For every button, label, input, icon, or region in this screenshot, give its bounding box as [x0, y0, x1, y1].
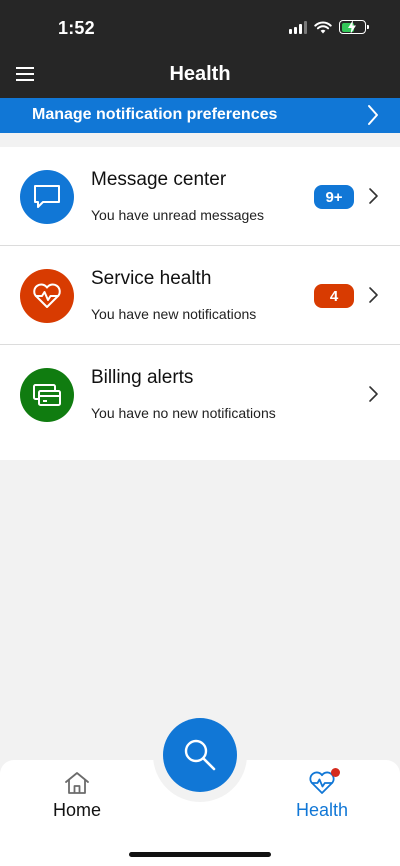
nav-bar: Health: [0, 52, 400, 98]
message-center-card[interactable]: Message center You have unread messages …: [0, 147, 400, 246]
service-health-card[interactable]: Service health You have new notification…: [0, 246, 400, 345]
wifi-icon: [314, 21, 332, 33]
card-subtitle: You have new notifications: [91, 306, 257, 322]
chevron-right-icon: [368, 105, 378, 125]
card-title: Service health: [91, 268, 212, 289]
status-time: 1:52: [58, 18, 95, 38]
status-bar: 1:52: [0, 0, 400, 52]
notification-count-badge: 4: [314, 284, 354, 308]
chevron-right-icon: [369, 188, 378, 204]
page-title: Health: [169, 63, 231, 85]
billing-alerts-card[interactable]: Billing alerts You have no new notificat…: [0, 345, 400, 460]
card-title: Message center: [91, 169, 227, 190]
status-icons: [289, 20, 369, 34]
cellular-signal-icon: [289, 20, 307, 34]
search-icon: [184, 739, 216, 771]
chevron-right-icon: [369, 287, 378, 303]
billing-card-icon: [20, 368, 74, 422]
battery-icon: [339, 20, 369, 34]
tab-label: Health: [295, 800, 349, 820]
notification-dot: [331, 768, 340, 777]
home-indicator: [129, 852, 271, 857]
search-button[interactable]: [163, 718, 237, 792]
card-title: Billing alerts: [91, 367, 194, 388]
unread-count-badge: 9+: [314, 185, 354, 209]
home-icon: [63, 770, 91, 796]
heart-pulse-icon: [20, 269, 74, 323]
chevron-right-icon: [369, 386, 378, 402]
banner-label: Manage notification preferences: [32, 106, 278, 123]
tab-health[interactable]: Health: [262, 768, 382, 821]
heart-pulse-icon: [308, 768, 340, 796]
card-subtitle: You have unread messages: [91, 207, 265, 223]
bottom-safe-area: [0, 836, 400, 866]
card-subtitle: You have no new notifications: [91, 405, 276, 421]
notification-preferences-banner[interactable]: Manage notification preferences: [0, 98, 400, 133]
tab-label: Home: [52, 800, 101, 820]
tab-home[interactable]: Home: [17, 770, 137, 821]
message-icon: [20, 170, 74, 224]
health-list: Message center You have unread messages …: [0, 147, 400, 460]
